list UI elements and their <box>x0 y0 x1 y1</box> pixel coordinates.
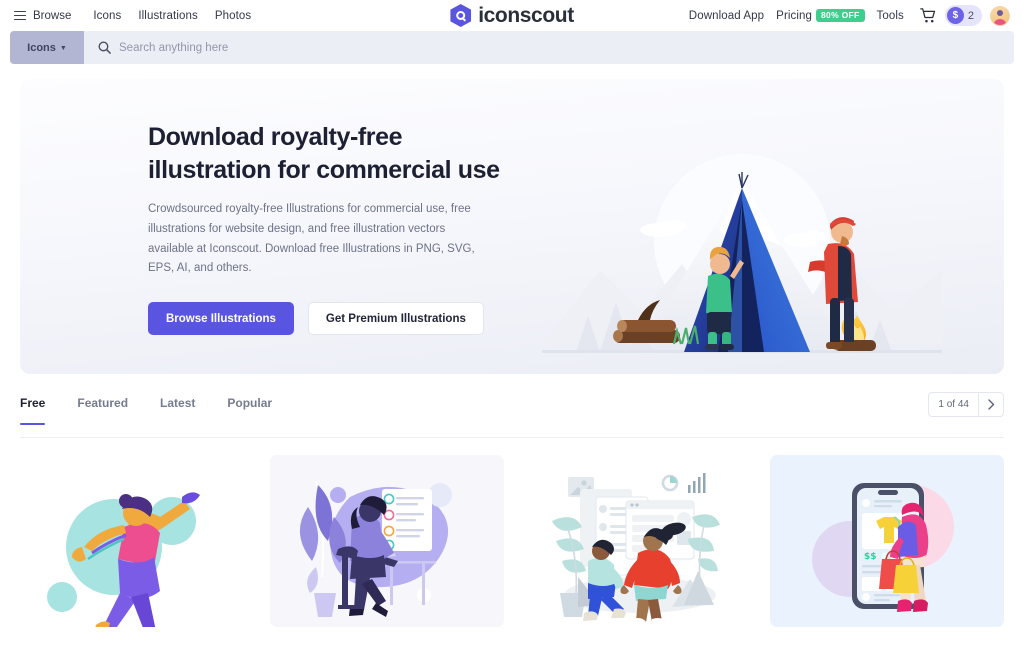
top-navigation-bar: Browse Icons Illustrations Photos iconsc… <box>0 0 1024 31</box>
search-category-dropdown[interactable]: Icons ▼ <box>10 31 84 64</box>
browse-label: Browse <box>33 9 72 22</box>
chevron-down-icon: ▼ <box>59 45 67 52</box>
filter-tabs-row: Free Featured Latest Popular 1 of 44 <box>20 392 1004 438</box>
credits-balance-button[interactable]: $ 2 <box>944 5 982 26</box>
nav-item-pricing[interactable]: Pricing 80% OFF <box>776 9 865 22</box>
hero-description: Crowdsourced royalty-free Illustrations … <box>148 203 475 275</box>
page-title: Download royalty-free illustration for c… <box>148 121 508 187</box>
nav-item-photos[interactable]: Photos <box>215 10 251 22</box>
hero-banner: Download royalty-free illustration for c… <box>20 79 1004 374</box>
nav-item-download-app[interactable]: Download App <box>689 10 764 22</box>
hero-title-line-2: illustration for commercial use <box>148 156 500 184</box>
illustration-card-woman-working-laptop[interactable] <box>270 455 504 627</box>
hero-copy: Download royalty-free illustration for c… <box>148 121 508 336</box>
illustration-card-online-shopping[interactable]: $$ <box>770 455 1004 627</box>
search-input[interactable] <box>119 31 1014 64</box>
brand-name: iconscout <box>478 3 574 27</box>
pagination-control: 1 of 44 <box>928 392 1004 417</box>
browse-illustrations-button[interactable]: Browse Illustrations <box>148 302 294 336</box>
tab-latest[interactable]: Latest <box>144 396 211 424</box>
illustration-grid: $$ <box>20 455 1004 627</box>
nav-item-tools[interactable]: Tools <box>877 10 904 22</box>
nav-item-icons[interactable]: Icons <box>93 10 121 22</box>
browse-menu-button[interactable]: Browse <box>14 10 71 22</box>
get-premium-illustrations-button[interactable]: Get Premium Illustrations <box>307 302 484 336</box>
search-icon <box>98 41 111 54</box>
hamburger-icon <box>14 10 26 21</box>
pricing-discount-badge: 80% OFF <box>816 9 865 22</box>
user-avatar[interactable] <box>990 5 1010 26</box>
coin-icon: $ <box>946 7 964 24</box>
nav-left-group: Browse Icons Illustrations Photos <box>14 10 251 22</box>
camping-tent-family-illustration <box>542 144 942 374</box>
nav-right-group: Download App Pricing 80% OFF Tools $ 2 <box>689 5 1010 26</box>
nav-item-illustrations[interactable]: Illustrations <box>138 10 197 22</box>
tab-free[interactable]: Free <box>20 396 61 425</box>
chevron-right-icon[interactable] <box>978 393 1003 416</box>
pricing-label[interactable]: Pricing <box>776 10 812 22</box>
svg-text:$$: $$ <box>864 552 877 562</box>
shopping-cart-icon[interactable] <box>920 8 937 23</box>
tab-popular[interactable]: Popular <box>211 396 288 424</box>
hero-title-line-1: Download royalty-free <box>148 123 403 151</box>
search-category-label: Icons <box>27 41 56 54</box>
iconscout-logo-icon <box>450 4 472 27</box>
brand-logo[interactable]: iconscout <box>450 4 574 28</box>
tab-featured[interactable]: Featured <box>61 396 144 424</box>
hero-button-group: Browse Illustrations Get Premium Illustr… <box>148 302 508 336</box>
credits-count: 2 <box>967 9 974 22</box>
search-bar: Icons ▼ <box>10 31 1014 64</box>
illustration-card-woman-jumping[interactable] <box>20 455 254 627</box>
illustration-card-people-dashboard[interactable] <box>520 455 754 627</box>
pagination-status: 1 of 44 <box>938 399 969 410</box>
filter-tabs: Free Featured Latest Popular <box>20 396 288 425</box>
